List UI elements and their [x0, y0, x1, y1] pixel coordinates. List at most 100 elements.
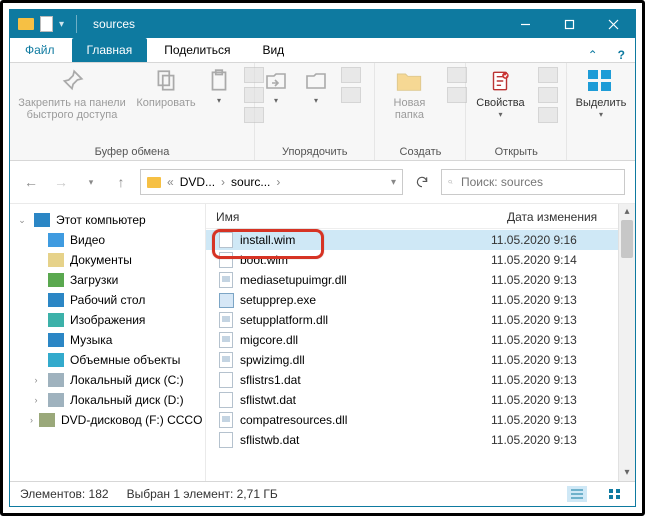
copy-to-button[interactable]: ▾ — [301, 67, 331, 106]
file-date: 11.05.2020 9:14 — [491, 253, 611, 267]
file-icon — [218, 352, 234, 368]
history-icon[interactable] — [538, 107, 558, 123]
chevron-icon[interactable]: › — [30, 415, 33, 425]
paste-shortcut-icon[interactable] — [244, 107, 264, 123]
scrollbar[interactable]: ▴ ▾ — [618, 204, 635, 481]
move-icon — [261, 67, 291, 95]
group-new-label: Создать — [381, 146, 459, 158]
file-icon — [218, 432, 234, 448]
nav-this-pc[interactable]: ⌄ Этот компьютер — [10, 210, 205, 230]
edit-icon[interactable] — [538, 87, 558, 103]
scroll-down-icon[interactable]: ▾ — [619, 465, 635, 481]
rename-icon[interactable] — [341, 87, 361, 103]
minimize-button[interactable] — [503, 10, 547, 38]
col-name[interactable]: Имя — [216, 210, 507, 224]
file-row[interactable]: boot.wim11.05.2020 9:14 — [206, 250, 619, 270]
clipboard-small-buttons — [244, 67, 264, 123]
cut-icon[interactable] — [244, 67, 264, 83]
nav-label: Локальный диск (C:) — [70, 373, 184, 387]
file-row[interactable]: setupplatform.dll11.05.2020 9:13 — [206, 310, 619, 330]
nav-item[interactable]: ›DVD-дисковод (F:) CCCO — [10, 410, 205, 430]
file-row[interactable]: spwizimg.dll11.05.2020 9:13 — [206, 350, 619, 370]
back-button[interactable]: ← — [20, 171, 42, 193]
nav-icon — [48, 333, 64, 347]
nav-item[interactable]: Объемные объекты — [10, 350, 205, 370]
properties-button[interactable]: Свойства▾ — [472, 67, 528, 120]
close-button[interactable] — [591, 10, 635, 38]
chevron-down-icon[interactable]: ⌄ — [16, 215, 28, 226]
file-date: 11.05.2020 9:13 — [491, 273, 611, 287]
nav-item[interactable]: Музыка — [10, 330, 205, 350]
search-input[interactable] — [459, 174, 618, 190]
file-row[interactable]: mediasetupuimgr.dll11.05.2020 9:13 — [206, 270, 619, 290]
search-icon — [448, 176, 453, 188]
search-box[interactable] — [441, 169, 625, 195]
view-icons-button[interactable] — [605, 486, 625, 502]
view-details-button[interactable] — [567, 486, 587, 502]
status-count: Элементов: 182 — [20, 487, 109, 501]
nav-label: Локальный диск (D:) — [70, 393, 184, 407]
file-row[interactable]: compatresources.dll 11.05.2020 9:13 — [206, 410, 619, 430]
file-name: compatresources.dll — [240, 413, 485, 427]
file-date: 11.05.2020 9:13 — [491, 373, 611, 387]
nav-item[interactable]: Загрузки — [10, 270, 205, 290]
easy-access-icon[interactable] — [447, 87, 467, 103]
forward-button[interactable]: → — [50, 171, 72, 193]
select-button[interactable]: Выделить▾ — [573, 67, 629, 120]
file-row[interactable]: migcore.dll11.05.2020 9:13 — [206, 330, 619, 350]
chevron-icon[interactable]: › — [30, 375, 42, 385]
nav-item[interactable]: Видео — [10, 230, 205, 250]
crumb-sources[interactable]: sourc... — [231, 175, 270, 189]
history-dropdown-icon[interactable]: ▾ — [391, 177, 396, 188]
file-date: 11.05.2020 9:13 — [491, 333, 611, 347]
new-folder-button[interactable]: Новая папка — [381, 67, 437, 121]
nav-label: Документы — [70, 253, 132, 267]
clipboard-icon — [204, 67, 234, 95]
move-to-button[interactable]: ▾ — [261, 67, 291, 106]
ribbon: Закрепить на панели быстрого доступа Коп… — [10, 63, 635, 161]
refresh-button[interactable] — [411, 171, 433, 193]
tab-file[interactable]: Файл — [10, 38, 70, 62]
scroll-up-icon[interactable]: ▴ — [619, 204, 635, 220]
nav-icon — [48, 253, 64, 267]
open-icon[interactable] — [538, 67, 558, 83]
nav-item[interactable]: › Локальный диск (C:) — [10, 370, 205, 390]
nav-item[interactable]: Изображения — [10, 310, 205, 330]
nav-icon — [39, 413, 55, 427]
tab-share[interactable]: Поделиться — [149, 38, 245, 62]
help-icon[interactable]: ? — [608, 48, 635, 62]
nav-item[interactable]: › Локальный диск (D:) — [10, 390, 205, 410]
pin-button[interactable]: Закрепить на панели быстрого доступа — [16, 67, 128, 121]
maximize-button[interactable] — [547, 10, 591, 38]
new-item-icon[interactable] — [447, 67, 467, 83]
up-button[interactable]: ↑ — [110, 171, 132, 193]
nav-item[interactable]: Документы — [10, 250, 205, 270]
delete-icon[interactable] — [341, 67, 361, 83]
nav-icon — [48, 233, 64, 247]
file-date: 11.05.2020 9:13 — [491, 393, 611, 407]
paste-button[interactable]: ▾ — [204, 67, 234, 106]
nav-item[interactable]: Рабочий стол — [10, 290, 205, 310]
file-date: 11.05.2020 9:13 — [491, 313, 611, 327]
tab-view[interactable]: Вид — [247, 38, 299, 62]
copy-button[interactable]: Копировать — [138, 67, 194, 109]
tab-home[interactable]: Главная — [72, 38, 148, 62]
file-icon — [40, 16, 53, 32]
scroll-thumb[interactable] — [621, 220, 633, 258]
column-headers[interactable]: Имя Дата изменения — [206, 204, 635, 229]
file-list: Имя Дата изменения install.wim11.05.2020… — [206, 204, 635, 481]
file-row[interactable]: setupprep.exe11.05.2020 9:13 — [206, 290, 619, 310]
copy-path-icon[interactable] — [244, 87, 264, 103]
file-date: 11.05.2020 9:13 — [491, 413, 611, 427]
file-row[interactable]: sflistwb.dat11.05.2020 9:13 — [206, 430, 619, 450]
file-row[interactable]: sflistwt.dat11.05.2020 9:13 — [206, 390, 619, 410]
recent-button[interactable]: ▾ — [80, 171, 102, 193]
file-row[interactable]: install.wim11.05.2020 9:16 — [206, 230, 619, 250]
file-row[interactable]: sflistrs1.dat11.05.2020 9:13 — [206, 370, 619, 390]
col-date[interactable]: Дата изменения — [507, 210, 627, 224]
ribbon-collapse-icon[interactable]: ⌃ — [578, 48, 608, 62]
qat-dropdown-icon[interactable]: ▾ — [59, 19, 64, 30]
breadcrumb[interactable]: « DVD... › sourc... › ▾ — [140, 169, 403, 195]
crumb-dvd[interactable]: DVD... — [180, 175, 215, 189]
chevron-icon[interactable]: › — [30, 395, 42, 405]
